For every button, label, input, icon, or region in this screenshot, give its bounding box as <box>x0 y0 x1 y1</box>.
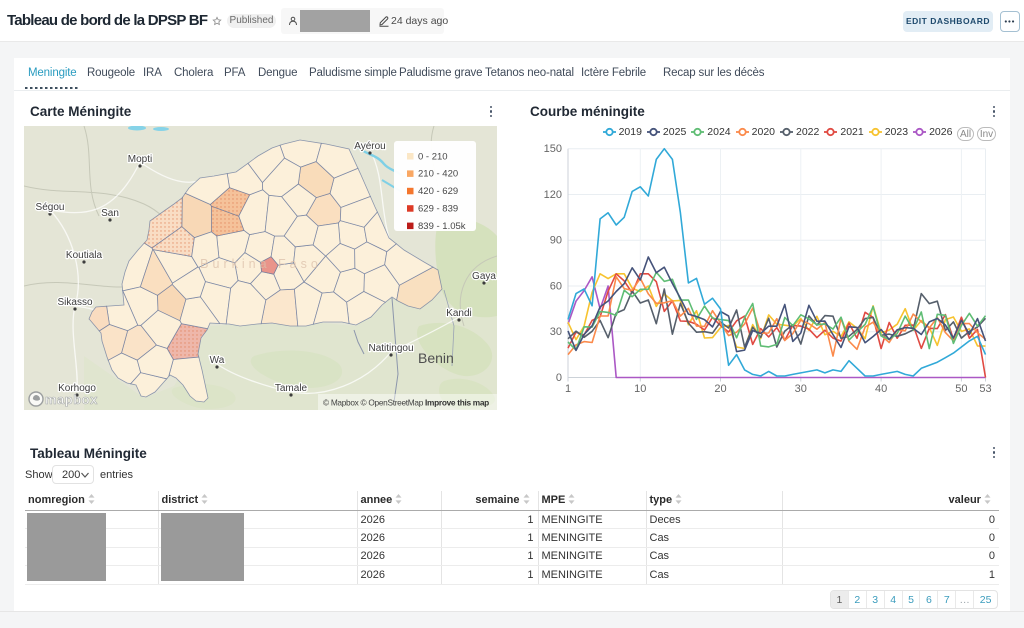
svg-text:30: 30 <box>795 383 807 395</box>
svg-text:0: 0 <box>556 372 562 384</box>
svg-text:0 - 210: 0 - 210 <box>418 151 448 162</box>
svg-text:150: 150 <box>544 143 562 155</box>
svg-text:Burkina Faso: Burkina Faso <box>200 257 322 271</box>
svg-text:1: 1 <box>565 383 571 395</box>
svg-text:420 - 629: 420 - 629 <box>418 186 458 197</box>
svg-text:40: 40 <box>875 383 887 395</box>
svg-text:629 - 839: 629 - 839 <box>418 204 458 215</box>
svg-text:60: 60 <box>550 281 562 293</box>
svg-text:Kandi: Kandi <box>446 308 472 319</box>
svg-text:Gaya: Gaya <box>472 271 496 282</box>
svg-text:50: 50 <box>955 383 967 395</box>
svg-text:mapbox: mapbox <box>45 392 98 407</box>
svg-text:120: 120 <box>544 189 562 201</box>
svg-text:210 - 420: 210 - 420 <box>418 169 458 180</box>
svg-text:Wa: Wa <box>210 355 225 366</box>
svg-text:San: San <box>101 208 119 219</box>
svg-text:Tamale: Tamale <box>275 383 308 394</box>
svg-text:Ayérou: Ayérou <box>354 141 386 152</box>
svg-text:Benin: Benin <box>418 350 454 366</box>
svg-text:839 - 1.05k: 839 - 1.05k <box>418 221 466 232</box>
svg-text:© Mapbox © OpenStreetMap Impro: © Mapbox © OpenStreetMap Improve this ma… <box>323 398 489 408</box>
svg-text:20: 20 <box>714 383 726 395</box>
svg-text:10: 10 <box>634 383 646 395</box>
svg-text:90: 90 <box>550 235 562 247</box>
svg-text:53: 53 <box>979 383 991 395</box>
svg-text:Koutiala: Koutiala <box>66 250 103 261</box>
svg-text:Ségou: Ségou <box>36 202 65 213</box>
svg-text:Mopti: Mopti <box>128 154 152 165</box>
svg-text:Natitingou: Natitingou <box>368 343 413 354</box>
svg-text:30: 30 <box>550 326 562 338</box>
svg-text:Sikasso: Sikasso <box>57 297 92 308</box>
